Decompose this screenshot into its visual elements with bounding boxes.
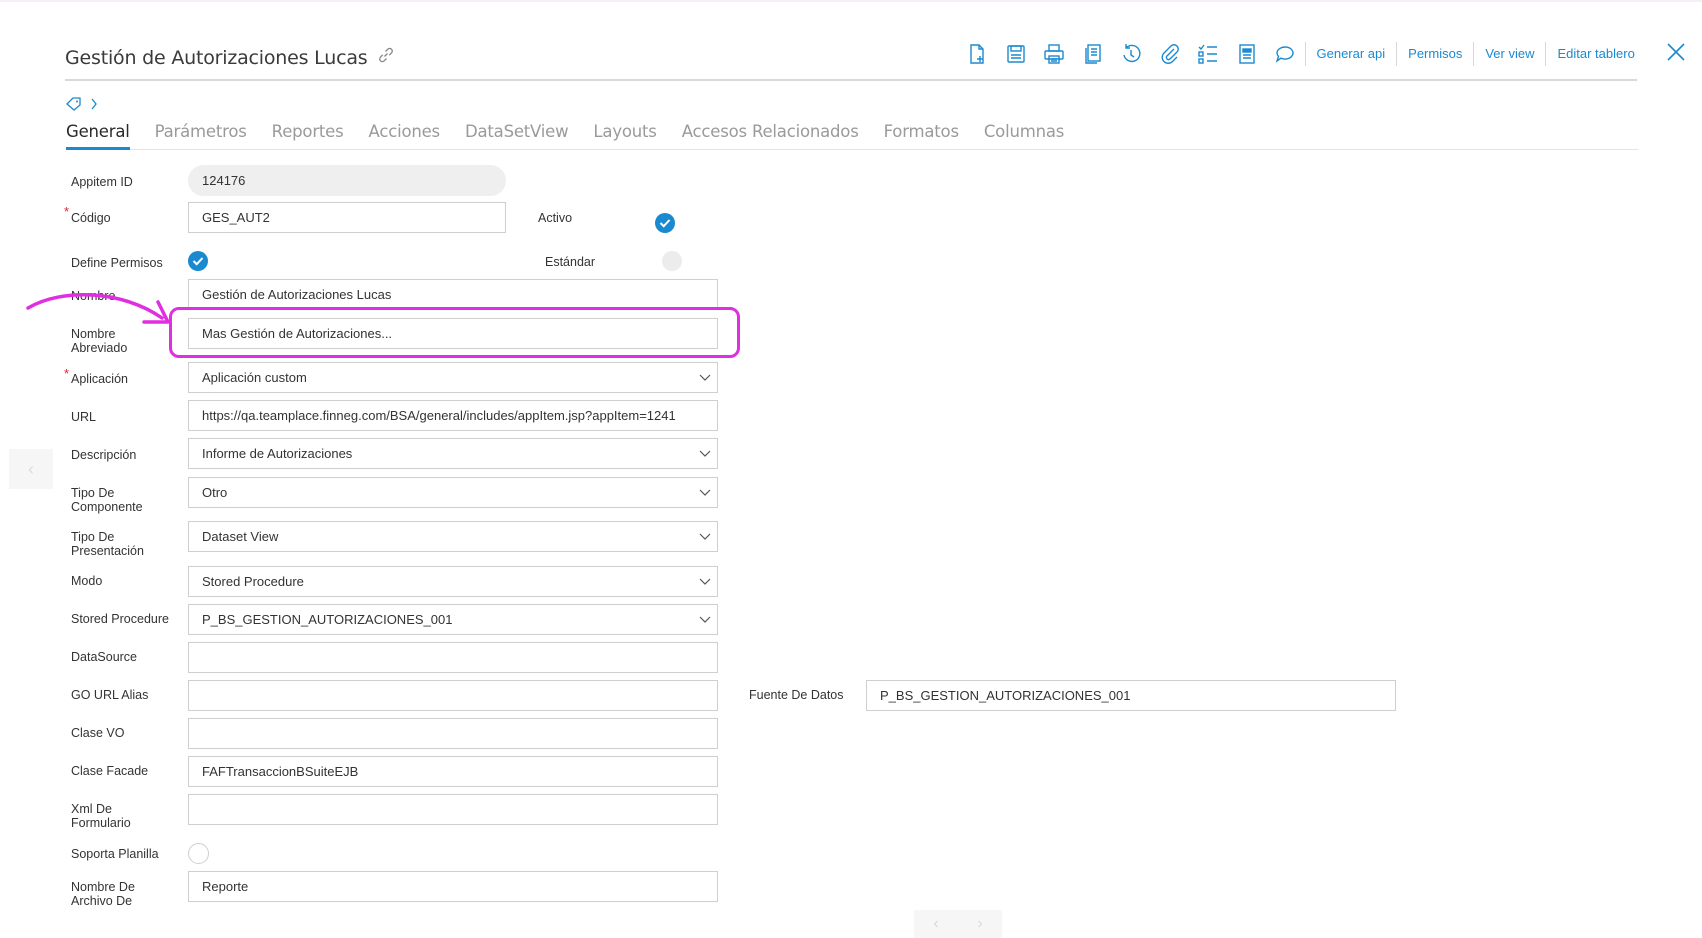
- codigo-label: Código: [71, 211, 111, 225]
- tab-reportes[interactable]: Reportes: [272, 122, 344, 150]
- tipo-presentacion-label: Tipo De Presentación: [71, 530, 144, 558]
- xml-formulario-input[interactable]: [188, 794, 718, 825]
- modo-label: Modo: [71, 574, 103, 588]
- aplicacion-select[interactable]: Aplicación custom: [188, 362, 718, 393]
- tab-layouts[interactable]: Layouts: [593, 122, 656, 150]
- tab-columnas[interactable]: Columnas: [984, 122, 1064, 150]
- url-input[interactable]: https://qa.teamplace.finneg.com/BSA/gene…: [188, 400, 718, 431]
- tag-icon[interactable]: [66, 97, 82, 111]
- tab-accesos-relacionados[interactable]: Accesos Relacionados: [682, 122, 859, 150]
- go-url-alias-input[interactable]: [188, 680, 718, 711]
- url-label: URL: [71, 410, 97, 424]
- header-divider: [65, 79, 1637, 81]
- breadcrumb: [66, 97, 98, 111]
- soporta-planilla-label: Soporta Planilla: [71, 847, 159, 861]
- tab-bar: General Parámetros Reportes Acciones Dat…: [66, 122, 1638, 150]
- datasource-label: DataSource: [71, 650, 138, 664]
- annotation-highlight: [169, 307, 740, 358]
- activo-label: Activo: [538, 211, 573, 225]
- clase-facade-input[interactable]: FAFTransaccionBSuiteEJB: [188, 756, 718, 787]
- stored-procedure-label: Stored Procedure: [71, 612, 169, 626]
- tab-formatos[interactable]: Formatos: [884, 122, 959, 150]
- required-marker: *: [64, 204, 70, 219]
- prev-record-icon[interactable]: ‹: [933, 915, 938, 933]
- save-icon[interactable]: [997, 38, 1036, 70]
- chevron-down-icon: [699, 533, 711, 540]
- chevron-left-icon: ‹: [28, 458, 34, 479]
- chevron-down-icon: [699, 616, 711, 623]
- descripcion-select[interactable]: Informe de Autorizaciones: [188, 438, 718, 469]
- check-icon: [192, 257, 204, 266]
- go-url-alias-label: GO URL Alias: [71, 688, 149, 702]
- appitem-id-label: Appitem ID: [71, 175, 133, 189]
- activo-checkbox[interactable]: [655, 213, 675, 233]
- check-icon: [659, 219, 671, 228]
- permisos-link[interactable]: Permisos: [1396, 42, 1473, 66]
- checklist-icon[interactable]: [1189, 38, 1228, 70]
- history-icon[interactable]: [1112, 38, 1151, 70]
- estandar-label: Estándar: [545, 255, 596, 269]
- appitem-id-field: 124176: [188, 165, 506, 196]
- tab-general[interactable]: General: [66, 122, 130, 150]
- tab-datasetview[interactable]: DataSetView: [465, 122, 569, 150]
- chevron-down-icon: [699, 450, 711, 457]
- tipo-componente-select[interactable]: Otro: [188, 477, 718, 508]
- tab-parametros[interactable]: Parámetros: [155, 122, 247, 150]
- nombre-input[interactable]: Gestión de Autorizaciones Lucas: [188, 279, 718, 310]
- tab-acciones[interactable]: Acciones: [369, 122, 441, 150]
- toolbar: Generar api Permisos Ver view Editar tab…: [958, 38, 1646, 70]
- report-icon[interactable]: [1228, 38, 1267, 70]
- nombre-archivo-input[interactable]: Reporte: [188, 871, 718, 902]
- chevron-down-icon: [699, 489, 711, 496]
- generar-api-link[interactable]: Generar api: [1304, 42, 1397, 66]
- side-collapse-button[interactable]: ‹: [9, 449, 53, 489]
- estandar-checkbox[interactable]: [662, 251, 682, 271]
- chevron-down-icon: [699, 374, 711, 381]
- copy-document-icon[interactable]: [1074, 38, 1113, 70]
- chevron-down-icon: [699, 578, 711, 585]
- stored-procedure-select[interactable]: P_BS_GESTION_AUTORIZACIONES_001: [188, 604, 718, 635]
- annotation-arrow-icon: [26, 293, 170, 324]
- datasource-input[interactable]: [188, 642, 718, 673]
- aplicacion-label: Aplicación: [71, 372, 128, 386]
- codigo-input[interactable]: GES_AUT2: [188, 202, 506, 233]
- tipo-presentacion-select[interactable]: Dataset View: [188, 521, 718, 552]
- close-icon[interactable]: [1664, 40, 1688, 64]
- fuente-datos-input[interactable]: P_BS_GESTION_AUTORIZACIONES_001: [866, 680, 1396, 711]
- tipo-componente-label: Tipo De Componente: [71, 486, 143, 514]
- next-record-icon[interactable]: ›: [977, 915, 982, 933]
- ver-view-link[interactable]: Ver view: [1473, 42, 1545, 66]
- modo-select[interactable]: Stored Procedure: [188, 566, 718, 597]
- clase-vo-input[interactable]: [188, 718, 718, 749]
- fuente-datos-label: Fuente De Datos: [749, 688, 844, 702]
- top-border: [0, 0, 1702, 2]
- define-permisos-checkbox[interactable]: [188, 251, 208, 271]
- nombre-archivo-label: Nombre De Archivo De: [71, 880, 135, 908]
- link-icon[interactable]: [377, 46, 395, 69]
- descripcion-label: Descripción: [71, 448, 137, 462]
- required-marker: *: [64, 366, 70, 381]
- page-title: Gestión de Autorizaciones Lucas: [65, 46, 395, 69]
- record-pager: ‹ ›: [914, 910, 1002, 938]
- clase-facade-label: Clase Facade: [71, 764, 149, 778]
- define-permisos-label: Define Permisos: [71, 256, 163, 270]
- chevron-right-icon[interactable]: [90, 97, 98, 111]
- soporta-planilla-checkbox[interactable]: [188, 843, 209, 864]
- clase-vo-label: Clase VO: [71, 726, 125, 740]
- attachment-icon[interactable]: [1151, 38, 1190, 70]
- new-document-icon[interactable]: [958, 38, 997, 70]
- xml-formulario-label: Xml De Formulario: [71, 802, 131, 830]
- print-icon[interactable]: [1035, 38, 1074, 70]
- editar-tablero-link[interactable]: Editar tablero: [1545, 42, 1645, 66]
- comment-icon[interactable]: [1266, 38, 1305, 70]
